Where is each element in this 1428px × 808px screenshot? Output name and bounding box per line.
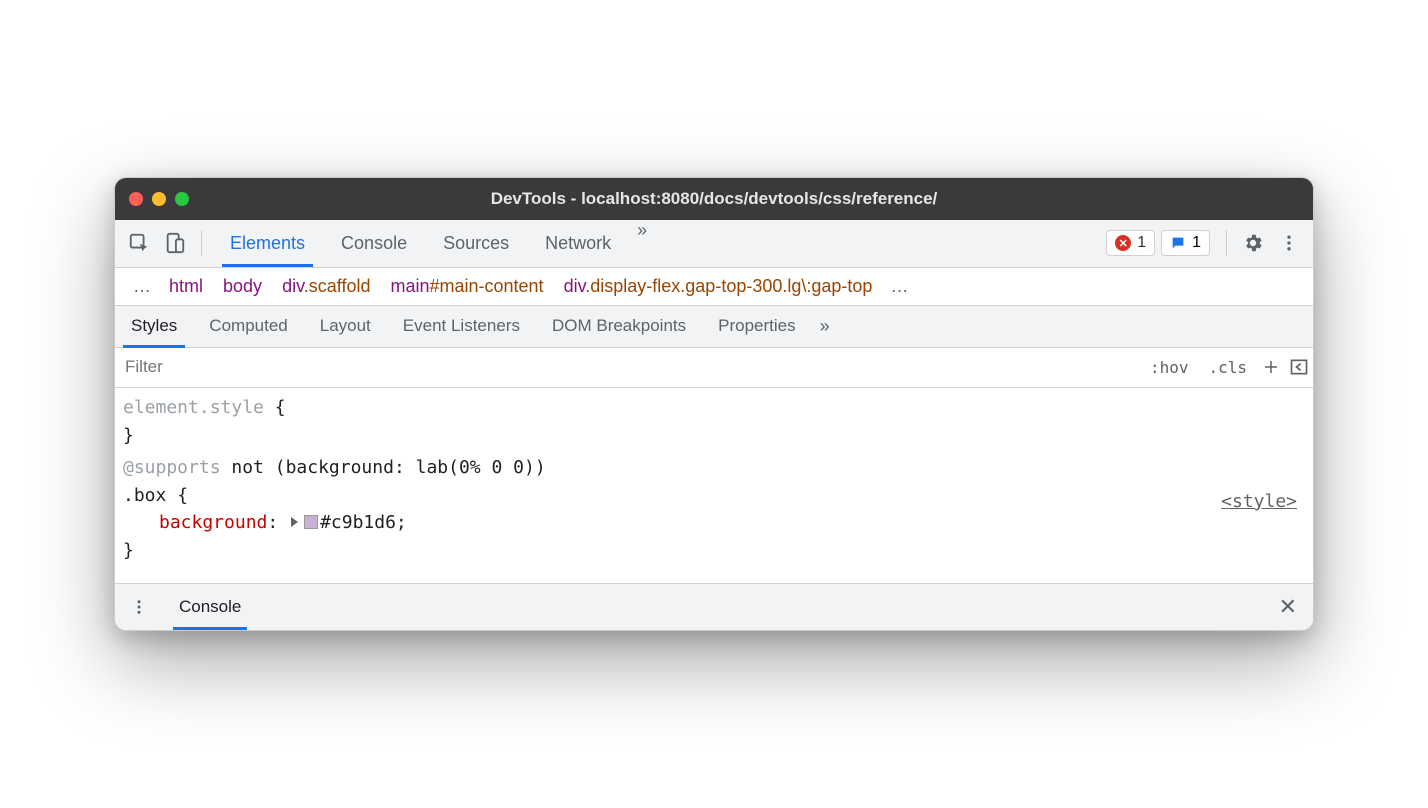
error-count: 1 [1137, 234, 1146, 252]
zoom-window-button[interactable] [175, 192, 189, 206]
rule-source-link[interactable]: <style> [1221, 488, 1297, 516]
tab-sources[interactable]: Sources [425, 220, 527, 267]
error-icon: ✕ [1115, 235, 1131, 251]
status-badges: ✕ 1 1 [1106, 230, 1210, 256]
element-style-rule[interactable]: element.style { } [123, 394, 1305, 450]
toggle-classes-button[interactable]: .cls [1198, 358, 1257, 377]
subtab-dom-breakpoints[interactable]: DOM Breakpoints [536, 306, 702, 347]
subtab-styles[interactable]: Styles [115, 306, 193, 347]
tab-network[interactable]: Network [527, 220, 629, 267]
styles-filter-input[interactable] [115, 351, 1140, 383]
close-drawer-button[interactable]: ✕ [1271, 588, 1305, 626]
selector: element.style [123, 397, 264, 418]
window-title: DevTools - localhost:8080/docs/devtools/… [115, 189, 1313, 209]
selector: .box [123, 485, 166, 506]
breadcrumb-item[interactable]: div.display-flex.gap-top-300.lg\:gap-top [554, 274, 883, 299]
breadcrumb-item[interactable]: div.scaffold [272, 274, 380, 299]
more-subtabs-icon[interactable]: » [812, 316, 838, 337]
main-toolbar: Elements Console Sources Network » ✕ 1 1 [115, 220, 1313, 268]
drawer-more-icon[interactable] [123, 591, 155, 623]
css-property[interactable]: background [123, 512, 267, 533]
at-rule-condition: not (background: lab(0% 0 0)) [221, 457, 546, 478]
breadcrumb-overflow-right[interactable]: … [882, 274, 916, 299]
message-count: 1 [1192, 234, 1201, 252]
subtab-layout[interactable]: Layout [304, 306, 387, 347]
breadcrumb-item[interactable]: main#main-content [380, 274, 553, 299]
messages-badge[interactable]: 1 [1161, 230, 1210, 256]
color-swatch[interactable] [304, 515, 318, 529]
breadcrumb-overflow-left[interactable]: … [125, 274, 159, 299]
tab-console[interactable]: Console [323, 220, 425, 267]
at-rule-keyword: @supports [123, 457, 221, 478]
window-controls [129, 192, 189, 206]
message-icon [1170, 235, 1186, 251]
dom-breadcrumb: … html body div.scaffold main#main-conte… [115, 268, 1313, 306]
css-value[interactable]: #c9b1d6 [320, 512, 396, 533]
devtools-window: DevTools - localhost:8080/docs/devtools/… [114, 177, 1314, 631]
styles-filter-row: :hov .cls [115, 348, 1313, 388]
expand-icon[interactable] [291, 517, 298, 527]
toolbar-separator [201, 230, 202, 256]
device-toolbar-icon[interactable] [159, 227, 191, 259]
main-tabs: Elements Console Sources Network » [212, 220, 655, 267]
subtab-properties[interactable]: Properties [702, 306, 811, 347]
close-window-button[interactable] [129, 192, 143, 206]
toggle-hover-button[interactable]: :hov [1140, 358, 1199, 377]
breadcrumb-item[interactable]: html [159, 274, 213, 299]
errors-badge[interactable]: ✕ 1 [1106, 230, 1155, 256]
minimize-window-button[interactable] [152, 192, 166, 206]
titlebar: DevTools - localhost:8080/docs/devtools/… [115, 178, 1313, 220]
console-drawer: Console ✕ [115, 584, 1313, 630]
toolbar-separator [1226, 230, 1227, 256]
drawer-tab-console[interactable]: Console [163, 584, 257, 630]
breadcrumb-item[interactable]: body [213, 274, 272, 299]
styles-subtabs: Styles Computed Layout Event Listeners D… [115, 306, 1313, 348]
subtab-event-listeners[interactable]: Event Listeners [387, 306, 536, 347]
tab-elements[interactable]: Elements [212, 220, 323, 267]
inspect-element-icon[interactable] [123, 227, 155, 259]
styles-pane: element.style { } <style> @supports not … [115, 388, 1313, 584]
new-style-rule-button[interactable] [1257, 353, 1285, 381]
more-tabs-icon[interactable]: » [629, 220, 655, 267]
subtab-computed[interactable]: Computed [193, 306, 303, 347]
rendering-panel-icon[interactable] [1285, 353, 1313, 381]
settings-icon[interactable] [1237, 227, 1269, 259]
supports-rule[interactable]: <style> @supports not (background: lab(0… [123, 454, 1305, 566]
more-options-icon[interactable] [1273, 227, 1305, 259]
